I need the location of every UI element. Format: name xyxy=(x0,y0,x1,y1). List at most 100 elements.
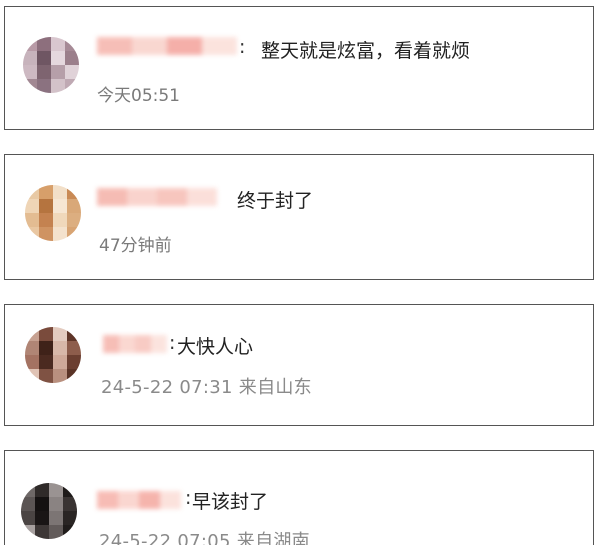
user-avatar[interactable] xyxy=(25,327,81,383)
username-blurred[interactable] xyxy=(97,37,237,55)
avatar-mosaic-tile xyxy=(39,327,53,341)
avatar-mosaic-tile xyxy=(23,65,37,79)
comment-card: 终于封了 47分钟前 xyxy=(4,154,594,280)
avatar-mosaic-tile xyxy=(49,483,63,497)
avatar-mosaic-tile xyxy=(63,483,77,497)
comment-separator: : xyxy=(169,332,176,354)
avatar-mosaic-tile xyxy=(49,525,63,539)
avatar-mosaic-tile xyxy=(37,51,51,65)
avatar-mosaic-tile xyxy=(53,185,67,199)
comment-text: 整天就是炫富，看着就烦 xyxy=(261,40,471,62)
username-blur-segment xyxy=(97,37,132,55)
username-blurred[interactable] xyxy=(103,335,167,353)
comment-card: : 整天就是炫富，看着就烦 今天05:51 xyxy=(4,6,594,130)
avatar-mosaic-tile xyxy=(67,355,81,369)
avatar-mosaic-tile xyxy=(51,51,65,65)
avatar-mosaic-tile xyxy=(65,65,79,79)
avatar-mosaic-tile xyxy=(67,369,81,383)
avatar-mosaic-tile xyxy=(25,213,39,227)
avatar-mosaic-tile xyxy=(37,37,51,51)
username-blur-segment xyxy=(187,188,217,206)
avatar-mosaic-tile xyxy=(67,341,81,355)
avatar-mosaic-tile xyxy=(37,65,51,79)
avatar-mosaic-tile xyxy=(35,511,49,525)
avatar-mosaic-tile xyxy=(39,199,53,213)
username-blur-segment xyxy=(118,491,139,509)
username-blur-segment xyxy=(202,37,237,55)
comment-text: 终于封了 xyxy=(237,190,314,212)
avatar-mosaic-tile xyxy=(25,327,39,341)
username-blur-segment xyxy=(139,491,160,509)
username-blur-segment xyxy=(132,37,167,55)
avatar-mosaic-tile xyxy=(53,327,67,341)
username-blur-segment xyxy=(157,188,187,206)
avatar-mosaic-tile xyxy=(35,525,49,539)
avatar-mosaic-tile xyxy=(39,213,53,227)
comment-text: 大快人心 xyxy=(177,336,254,358)
avatar-mosaic-tile xyxy=(21,483,35,497)
username-blurred[interactable] xyxy=(97,491,181,509)
avatar-mosaic-tile xyxy=(21,497,35,511)
avatar-mosaic-tile xyxy=(23,51,37,65)
username-blur-segment xyxy=(103,335,119,353)
avatar-mosaic-tile xyxy=(63,511,77,525)
avatar-mosaic-tile xyxy=(23,79,37,93)
comment-text: 早该封了 xyxy=(192,491,269,513)
avatar-mosaic-tile xyxy=(25,369,39,383)
user-avatar[interactable] xyxy=(21,483,77,539)
avatar-mosaic-tile xyxy=(65,51,79,65)
avatar-mosaic-tile xyxy=(53,199,67,213)
comment-timestamp: 今天05:51 xyxy=(97,86,180,106)
avatar-mosaic-tile xyxy=(23,37,37,51)
comment-separator: : xyxy=(239,36,246,58)
avatar-mosaic-tile xyxy=(39,369,53,383)
avatar-mosaic-tile xyxy=(37,79,51,93)
user-avatar[interactable] xyxy=(25,185,81,241)
username-blurred[interactable] xyxy=(97,188,217,206)
comment-card: : 大快人心 24-5-22 07:31 来自山东 xyxy=(4,304,594,426)
comment-card: : 早该封了 24-5-22 07:05 来自湖南 xyxy=(4,450,594,545)
avatar-mosaic-tile xyxy=(25,227,39,241)
avatar-mosaic-tile xyxy=(25,341,39,355)
avatar-mosaic-tile xyxy=(39,341,53,355)
comment-timestamp: 24-5-22 07:31 来自山东 xyxy=(101,377,312,398)
avatar-mosaic-tile xyxy=(21,511,35,525)
username-blur-segment xyxy=(135,335,151,353)
comment-feed: : 整天就是炫富，看着就烦 今天05:51 终于封了 47分钟前 : 大快人心 … xyxy=(0,0,600,545)
avatar-mosaic-tile xyxy=(53,355,67,369)
username-blur-segment xyxy=(160,491,181,509)
avatar-mosaic-tile xyxy=(67,185,81,199)
avatar-mosaic-tile xyxy=(25,355,39,369)
avatar-mosaic-tile xyxy=(65,79,79,93)
avatar-mosaic-tile xyxy=(53,213,67,227)
avatar-mosaic-tile xyxy=(51,79,65,93)
comment-timestamp: 24-5-22 07:05 来自湖南 xyxy=(99,531,310,545)
comment-timestamp: 47分钟前 xyxy=(99,236,172,256)
avatar-mosaic-tile xyxy=(53,369,67,383)
avatar-mosaic-tile xyxy=(53,227,67,241)
avatar-mosaic-tile xyxy=(67,327,81,341)
avatar-mosaic-tile xyxy=(53,341,67,355)
avatar-mosaic-tile xyxy=(67,227,81,241)
avatar-mosaic-tile xyxy=(25,185,39,199)
username-blur-segment xyxy=(167,37,202,55)
avatar-mosaic-tile xyxy=(51,37,65,51)
avatar-mosaic-tile xyxy=(67,213,81,227)
comment-separator: : xyxy=(185,487,192,509)
user-avatar[interactable] xyxy=(23,37,79,93)
avatar-mosaic-tile xyxy=(67,199,81,213)
username-blur-segment xyxy=(127,188,157,206)
username-blur-segment xyxy=(119,335,135,353)
avatar-mosaic-tile xyxy=(63,525,77,539)
avatar-mosaic-tile xyxy=(21,525,35,539)
avatar-mosaic-tile xyxy=(25,199,39,213)
avatar-mosaic-tile xyxy=(39,355,53,369)
username-blur-segment xyxy=(151,335,167,353)
avatar-mosaic-tile xyxy=(39,185,53,199)
username-blur-segment xyxy=(97,188,127,206)
avatar-mosaic-tile xyxy=(65,37,79,51)
avatar-mosaic-tile xyxy=(35,483,49,497)
avatar-mosaic-tile xyxy=(49,497,63,511)
avatar-mosaic-tile xyxy=(35,497,49,511)
username-blur-segment xyxy=(97,491,118,509)
